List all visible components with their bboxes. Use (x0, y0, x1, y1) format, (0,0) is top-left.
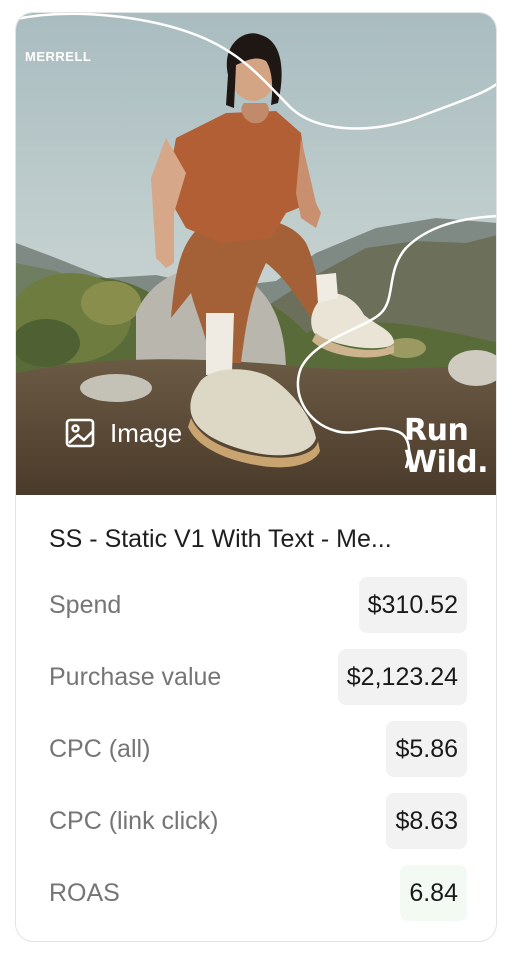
metric-label: ROAS (49, 878, 120, 907)
metric-row-roas: ROAS 6.84 (49, 865, 467, 921)
metric-value: $8.63 (386, 793, 467, 849)
ad-title[interactable]: SS - Static V1 With Text - Me... (49, 525, 469, 554)
tagline-line-1: Run (404, 413, 469, 448)
metric-value: 6.84 (400, 865, 467, 921)
ad-card[interactable]: MERRELL Image Run Wild. SS - Static V1 W… (15, 12, 497, 942)
ad-image[interactable]: MERRELL Image Run Wild. (16, 13, 496, 495)
tagline-line-2: Wild. (404, 445, 489, 480)
ad-tagline: Run Wild. (404, 413, 489, 480)
metric-label: CPC (all) (49, 734, 151, 763)
media-type-badge: Image (64, 415, 182, 451)
metric-label: Spend (49, 590, 122, 619)
image-icon (64, 417, 96, 449)
metric-value: $310.52 (358, 577, 467, 633)
metric-row-purchase-value: Purchase value $2,123.24 (49, 649, 467, 705)
metric-row-cpc-link-click: CPC (link click) $8.63 (49, 793, 467, 849)
metric-value: $5.86 (386, 721, 467, 777)
metric-label: CPC (link click) (49, 806, 219, 835)
metric-row-spend: Spend $310.52 (49, 577, 467, 633)
metric-label: Purchase value (49, 662, 222, 691)
metric-value: $2,123.24 (337, 649, 467, 705)
metric-row-cpc-all: CPC (all) $5.86 (49, 721, 467, 777)
media-type-label: Image (110, 417, 183, 448)
brand-logo: MERRELL (25, 49, 92, 64)
